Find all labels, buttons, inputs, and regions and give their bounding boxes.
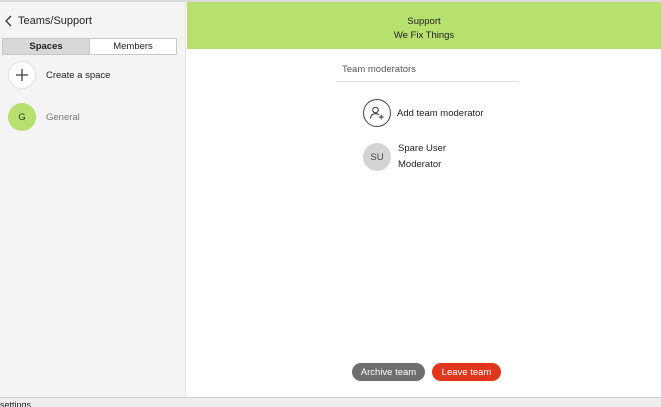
team-moderators-heading: Team moderators: [336, 64, 519, 82]
space-avatar: G: [8, 103, 36, 131]
team-header: Support We Fix Things: [187, 2, 661, 49]
moderator-item[interactable]: SU Spare User Moderator: [363, 141, 446, 173]
sidebar-tabs: Spaces Members: [2, 38, 177, 55]
create-space-button[interactable]: Create a space: [8, 61, 110, 89]
status-bar-text: settings: [0, 400, 32, 407]
archive-team-button[interactable]: Archive team: [352, 363, 425, 381]
leave-team-button[interactable]: Leave team: [432, 363, 501, 381]
add-person-icon[interactable]: [363, 99, 391, 127]
avatar: SU: [363, 143, 391, 171]
tab-spaces[interactable]: Spaces: [3, 39, 89, 54]
team-name: Support: [407, 16, 441, 27]
moderator-name: Spare User: [398, 143, 447, 154]
sidebar: Teams/Support Spaces Members Create a sp…: [0, 2, 186, 397]
team-description: We Fix Things: [393, 30, 455, 41]
moderator-role: Moderator: [398, 159, 442, 170]
create-space-label: Create a space: [46, 69, 111, 81]
chevron-left-icon[interactable]: [4, 14, 14, 28]
space-item-general[interactable]: G General: [8, 103, 80, 131]
breadcrumb-label: Teams/Support: [18, 15, 92, 27]
moderator-details: Spare User Moderator: [398, 141, 446, 173]
add-team-moderator-label: Add team moderator: [397, 107, 484, 119]
plus-icon[interactable]: [8, 61, 36, 89]
tab-members[interactable]: Members: [89, 39, 176, 54]
breadcrumb[interactable]: Teams/Support: [4, 12, 92, 30]
add-team-moderator-button[interactable]: Add team moderator: [363, 99, 484, 127]
space-item-label: General: [46, 111, 80, 123]
status-bar: settings: [0, 397, 661, 407]
